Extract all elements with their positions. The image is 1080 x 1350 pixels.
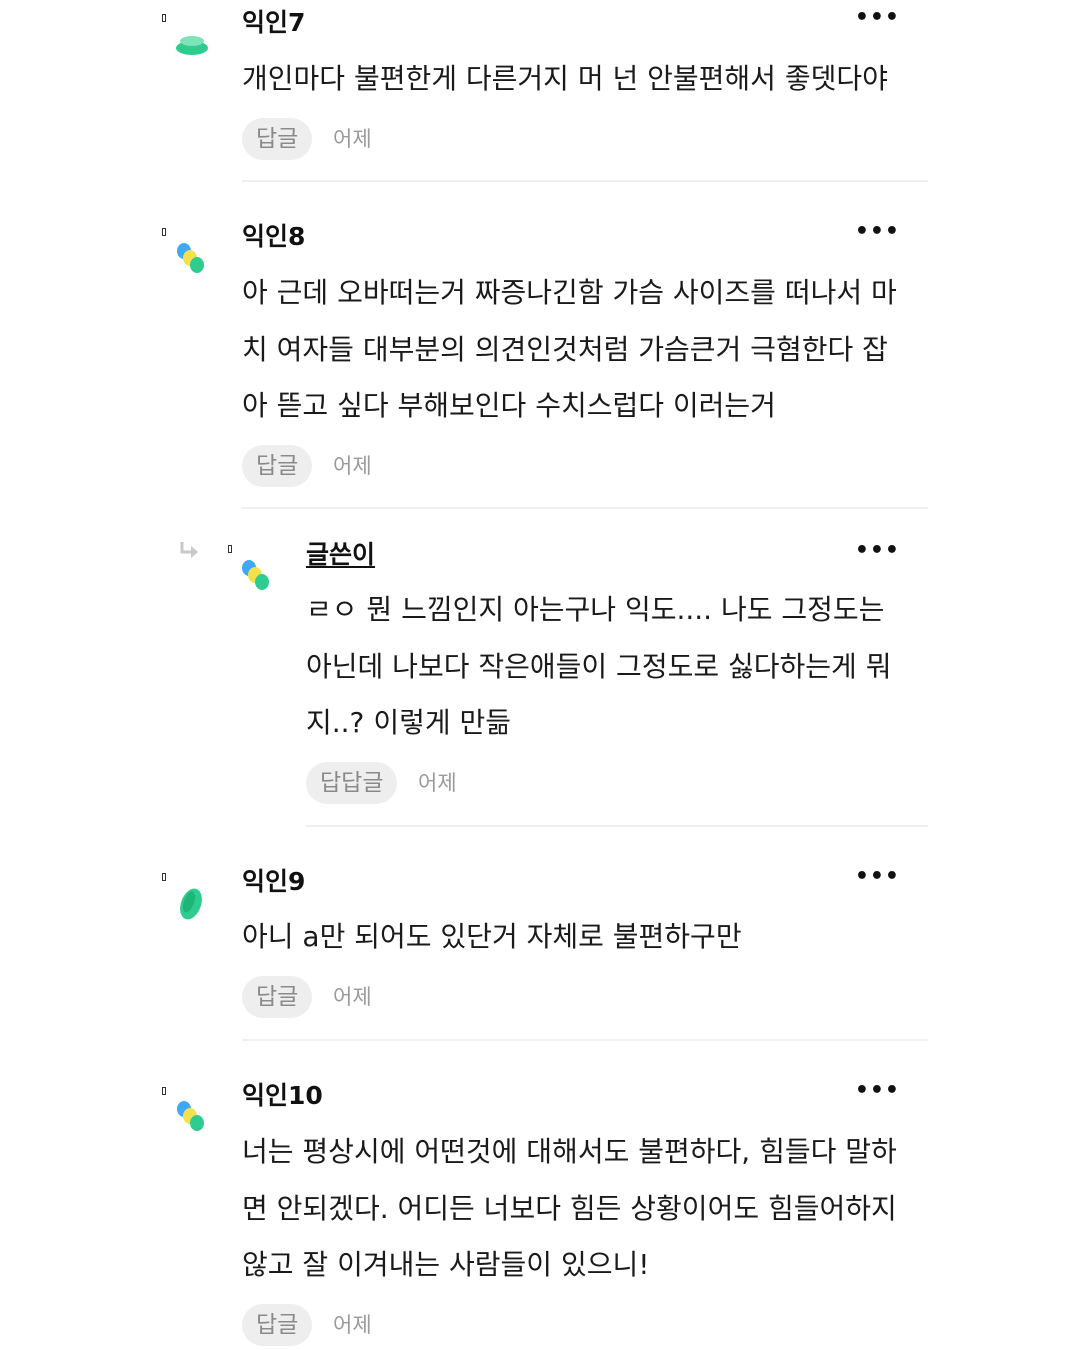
comment-divider — [242, 507, 928, 509]
comment-author[interactable]: 익인7 — [242, 8, 305, 38]
comment-marker — [162, 228, 166, 236]
reply-arrow-icon — [180, 542, 198, 558]
comment-marker — [162, 873, 166, 881]
comment-marker — [228, 545, 232, 553]
comment-line: 아닌데 나보다 작은애들이 그정도로 싫다하는게 뭐 — [306, 649, 892, 683]
comment-line: ㄹㅇ 뭔 느낌인지 아는구나 익도.... 나도 그정도는 — [306, 593, 885, 626]
reply-button[interactable]: 답글 — [242, 976, 313, 1018]
comment-divider — [242, 1039, 928, 1041]
comment-divider — [306, 825, 928, 827]
comment-time: 어제 — [418, 771, 457, 795]
comment-time: 어제 — [333, 127, 372, 151]
comment-line: 치 여자들 대부분의 의견인것처럼 가슴큰거 극혐한다 잡 — [242, 332, 888, 366]
comment-marker — [162, 1087, 166, 1095]
comment-author[interactable]: 익인10 — [242, 1081, 323, 1111]
comment-line: 면 안되겠다. 어디든 너보다 힘든 상황이어도 힘들어하지 — [242, 1191, 897, 1225]
comment-line: 아 근데 오바떠는거 짜증나긴함 가슴 사이즈를 떠나서 마 — [242, 276, 897, 309]
comment-body: 아니 a만 되어도 있단거 자체로 불편하구만 — [242, 909, 742, 966]
multicolor-dots-avatar-icon — [177, 243, 204, 273]
comment-time: 어제 — [333, 454, 372, 478]
more-dots-icon[interactable]: ••• — [855, 221, 900, 243]
comment-line: 너는 평상시에 어떤것에 대해서도 불편하다, 힘들다 말하 — [242, 1135, 897, 1168]
more-dots-icon[interactable]: ••• — [855, 7, 900, 29]
comment-time: 어제 — [333, 985, 372, 1009]
more-dots-icon[interactable]: ••• — [855, 866, 900, 888]
more-dots-icon[interactable]: ••• — [855, 540, 900, 562]
comment-line: 않고 잘 이겨내는 사람들이 있으니! — [242, 1248, 650, 1281]
comment-body: 아 근데 오바떠는거 짜증나긴함 가슴 사이즈를 떠나서 마 치 여자들 대부분… — [242, 265, 897, 435]
comment-author[interactable]: 익인9 — [242, 867, 305, 897]
comment-marker — [162, 14, 166, 22]
comment-line: 아니 a만 되어도 있단거 자체로 불편하구만 — [242, 920, 742, 953]
multicolor-dots-avatar-icon — [242, 560, 269, 590]
more-dots-icon[interactable]: ••• — [855, 1080, 900, 1102]
green-leaf-avatar-icon — [180, 888, 202, 920]
comment-author-op[interactable]: 글쓴이 — [306, 540, 375, 570]
reply-button[interactable]: 답글 — [242, 445, 313, 487]
comment-body: 개인마다 불편한게 다른거지 머 넌 안불편해서 좋뎃다야 — [242, 51, 888, 108]
comment-divider — [242, 180, 928, 182]
comment-line: 아 뜯고 싶다 부해보인다 수치스럽다 이러는거 — [242, 389, 776, 422]
multicolor-dots-avatar-icon — [177, 1101, 204, 1131]
reply-button[interactable]: 답글 — [242, 1304, 313, 1346]
reply-button[interactable]: 답글 — [242, 118, 313, 160]
comment-body: 너는 평상시에 어떤것에 대해서도 불편하다, 힘들다 말하 면 안되겠다. 어… — [242, 1124, 897, 1294]
comment-author[interactable]: 익인8 — [242, 222, 305, 252]
reply-button[interactable]: 답답글 — [306, 762, 398, 804]
comment-line: 개인마다 불편한게 다른거지 머 넌 안불편해서 좋뎃다야 — [242, 62, 888, 95]
comment-time: 어제 — [333, 1313, 372, 1337]
comment-line: 지..? 이렇게 만듦 — [306, 706, 512, 739]
comment-body: ㄹㅇ 뭔 느낌인지 아는구나 익도.... 나도 그정도는 아닌데 나보다 작은… — [306, 582, 891, 752]
green-oval-avatar-icon — [176, 36, 208, 55]
